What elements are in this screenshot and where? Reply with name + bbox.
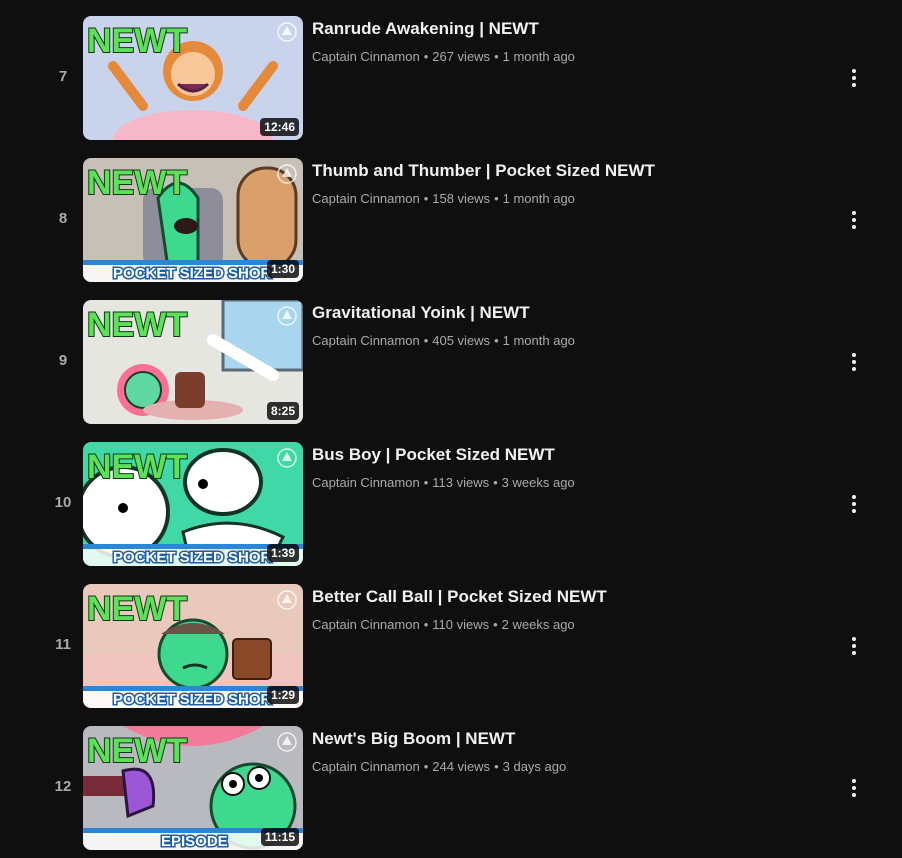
playlist-row[interactable]: 12 NEWT EPISODE 11:15 Newt's Big Boom | NE…	[0, 726, 902, 852]
video-duration: 11:15	[260, 828, 299, 846]
video-title[interactable]: Ranrude Awakening | NEWT	[312, 18, 832, 40]
more-actions-button[interactable]	[838, 488, 870, 520]
video-subline: Captain Cinnamon • 405 views • 1 month ago	[312, 333, 832, 349]
video-subline: Captain Cinnamon • 267 views • 1 month ago	[312, 49, 832, 65]
view-count: 267 views	[432, 49, 491, 64]
separator-dot: •	[494, 333, 499, 348]
video-title[interactable]: Newt's Big Boom | NEWT	[312, 728, 832, 750]
video-subline: Captain Cinnamon • 113 views • 3 weeks ago	[312, 475, 832, 491]
view-count: 244 views	[432, 759, 491, 774]
video-duration: 1:30	[266, 260, 299, 278]
more-vert-icon	[852, 352, 856, 373]
playlist-row[interactable]: 9 NEWT 8:25 Gravitational Yoink | NEWT Ca…	[0, 300, 902, 426]
video-title[interactable]: Thumb and Thumber | Pocket Sized NEWT	[312, 160, 832, 182]
more-actions-button[interactable]	[838, 346, 870, 378]
playlist-row[interactable]: 8 NEWT POCKET SIZED SHOR 1:30 Thumb and Th…	[0, 158, 902, 284]
playlist-row[interactable]: 7 NEWT 12:46 Ranrude Awakening | NEWT Cap…	[0, 16, 902, 142]
more-actions-button[interactable]	[838, 630, 870, 662]
channel-name[interactable]: Captain Cinnamon	[312, 49, 420, 64]
video-subline: Captain Cinnamon • 110 views • 2 weeks ago	[312, 617, 832, 633]
video-thumbnail[interactable]: NEWT POCKET SIZED SHOR 1:29	[83, 584, 303, 708]
thumbnail-logo: NEWT	[87, 448, 187, 486]
video-thumbnail[interactable]: NEWT POCKET SIZED SHOR 1:39	[83, 442, 303, 566]
video-index: 11	[55, 636, 71, 653]
thumbnail-logo: NEWT	[87, 732, 187, 770]
video-duration: 12:46	[260, 118, 299, 136]
separator-dot: •	[423, 333, 429, 348]
video-duration: 8:25	[266, 402, 299, 420]
video-thumbnail[interactable]: NEWT 8:25	[83, 300, 303, 424]
thumbnail-logo: NEWT	[87, 306, 187, 344]
upload-age: 1 month ago	[502, 333, 575, 348]
video-subline: Captain Cinnamon • 244 views • 3 days ago	[312, 759, 832, 775]
more-actions-button[interactable]	[838, 772, 870, 804]
video-duration: 1:39	[266, 544, 299, 562]
separator-dot: •	[494, 191, 499, 206]
channel-name[interactable]: Captain Cinnamon	[312, 617, 420, 632]
channel-name[interactable]: Captain Cinnamon	[312, 191, 420, 206]
thumbnail-logo: NEWT	[87, 22, 187, 60]
video-index: 12	[54, 778, 72, 795]
channel-name[interactable]: Captain Cinnamon	[312, 333, 420, 348]
separator-dot: •	[493, 617, 498, 632]
video-thumbnail[interactable]: NEWT EPISODE 11:15	[83, 726, 303, 850]
more-vert-icon	[852, 210, 856, 231]
more-actions-button[interactable]	[838, 204, 870, 236]
playlist-row[interactable]: 10 NEWT POCKET SIZED SHOR 1:39 Bus Boy | P…	[0, 442, 902, 568]
view-count: 158 views	[432, 191, 491, 206]
playlist-video-list: 7 NEWT 12:46 Ranrude Awakening | NEWT Cap…	[0, 0, 902, 858]
separator-dot: •	[423, 191, 429, 206]
separator-dot: •	[423, 617, 429, 632]
view-count: 405 views	[432, 333, 491, 348]
video-meta: Newt's Big Boom | NEWT Captain Cinnamon •…	[312, 728, 832, 775]
channel-name[interactable]: Captain Cinnamon	[312, 475, 420, 490]
upload-age: 3 days ago	[502, 759, 567, 774]
thumbnail-logo: NEWT	[87, 590, 187, 628]
video-meta: Ranrude Awakening | NEWT Captain Cinnamo…	[312, 18, 832, 65]
thumbnail-banner-text: POCKET SIZED SHOR	[113, 549, 272, 566]
more-vert-icon	[852, 68, 856, 89]
upload-age: 3 weeks ago	[501, 475, 575, 490]
more-vert-icon	[852, 636, 856, 657]
video-meta: Better Call Ball | Pocket Sized NEWT Cap…	[312, 586, 832, 633]
video-meta: Bus Boy | Pocket Sized NEWT Captain Cinn…	[312, 444, 832, 491]
video-index: 8	[58, 210, 68, 227]
video-meta: Thumb and Thumber | Pocket Sized NEWT Ca…	[312, 160, 832, 207]
separator-dot: •	[423, 49, 429, 64]
upload-age: 2 weeks ago	[501, 617, 575, 632]
separator-dot: •	[493, 475, 498, 490]
separator-dot: •	[494, 49, 499, 64]
video-index: 9	[58, 352, 68, 369]
more-vert-icon	[852, 494, 856, 515]
video-title[interactable]: Better Call Ball | Pocket Sized NEWT	[312, 586, 832, 608]
upload-age: 1 month ago	[502, 191, 575, 206]
separator-dot: •	[423, 475, 429, 490]
video-index: 10	[54, 494, 72, 511]
thumbnail-banner-text: EPISODE	[161, 833, 228, 850]
upload-age: 1 month ago	[502, 49, 575, 64]
separator-dot: •	[423, 759, 429, 774]
thumbnail-banner-text: POCKET SIZED SHOR	[113, 265, 272, 282]
separator-dot: •	[494, 759, 499, 774]
view-count: 110 views	[432, 617, 490, 632]
thumbnail-logo: NEWT	[87, 164, 187, 202]
more-vert-icon	[852, 778, 856, 799]
video-title[interactable]: Bus Boy | Pocket Sized NEWT	[312, 444, 832, 466]
video-subline: Captain Cinnamon • 158 views • 1 month ago	[312, 191, 832, 207]
video-title[interactable]: Gravitational Yoink | NEWT	[312, 302, 832, 324]
video-meta: Gravitational Yoink | NEWT Captain Cinna…	[312, 302, 832, 349]
thumbnail-banner-text: POCKET SIZED SHOR	[113, 691, 272, 708]
more-actions-button[interactable]	[838, 62, 870, 94]
video-thumbnail[interactable]: NEWT 12:46	[83, 16, 303, 140]
video-index: 7	[58, 68, 68, 85]
video-duration: 1:29	[266, 686, 299, 704]
view-count: 113 views	[432, 475, 490, 490]
playlist-row[interactable]: 11 NEWT POCKET SIZED SHOR 1:29 Better Call…	[0, 584, 902, 710]
video-thumbnail[interactable]: NEWT POCKET SIZED SHOR 1:30	[83, 158, 303, 282]
channel-name[interactable]: Captain Cinnamon	[312, 759, 420, 774]
